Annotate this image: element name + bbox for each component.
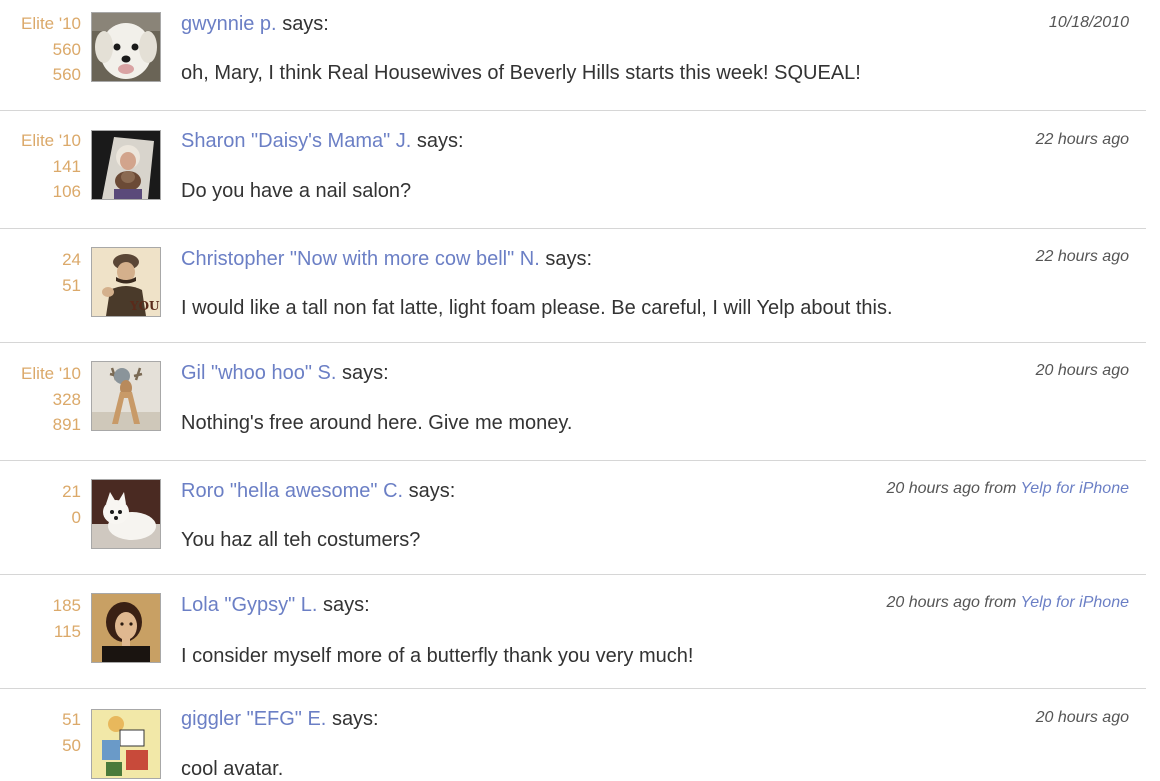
author-line: Roro "hella awesome" C. says: — [181, 479, 455, 503]
reviewer-stats: 24 51 — [0, 247, 81, 298]
comment-text: You haz all teh costumers? — [181, 529, 421, 551]
review-count: 115 — [53, 621, 81, 641]
author-link[interactable]: Lola "Gypsy" L. — [181, 594, 317, 616]
comment-item: 51 50 giggler "EFG" E. says: 20 hours ag… — [0, 689, 1146, 780]
comment-text: cool avatar. — [181, 758, 284, 780]
cartoon-avatar[interactable] — [91, 709, 161, 779]
says-label: says: — [341, 362, 389, 384]
elite-badge: Elite '10 — [21, 14, 81, 33]
review-count: 106 — [52, 182, 81, 201]
friend-count: 141 — [52, 156, 81, 176]
woman-portrait-avatar[interactable] — [91, 593, 161, 663]
author-line: giggler "EFG" E. says: — [181, 707, 379, 731]
review-count: 50 — [62, 735, 81, 755]
says-label: says: — [282, 13, 329, 35]
comment-text: oh, Mary, I think Real Housewives of Bev… — [181, 62, 861, 84]
poster-caption: YOU — [129, 299, 160, 313]
comment-text: Do you have a nail salon? — [181, 180, 412, 202]
author-line: Christopher "Now with more cow bell" N. … — [181, 247, 592, 271]
timestamp: 20 hours ago — [1036, 359, 1129, 383]
comment-text: I would like a tall non fat latte, light… — [181, 297, 893, 319]
reviewer-stats: 185 115 — [0, 593, 81, 644]
friend-count: 51 — [62, 710, 81, 729]
friend-count: 24 — [62, 250, 81, 269]
time-text: 22 hours ago — [1035, 131, 1129, 148]
time-text: 20 hours ago — [886, 594, 980, 611]
timestamp: 22 hours ago — [1036, 128, 1129, 152]
says-label: says: — [416, 130, 464, 152]
reviewer-stats: Elite '10 141 106 — [0, 128, 81, 205]
deer-statue-avatar[interactable] — [91, 361, 161, 431]
comment-item: 21 0 Roro "hella awesome" C. says: 20 ho… — [0, 461, 1146, 575]
comment-item: Elite '10 560 560 gwynnie p. says: 10/18… — [0, 0, 1146, 111]
white-dog-avatar[interactable] — [91, 12, 161, 82]
review-count: 0 — [71, 507, 81, 527]
review-count: 51 — [62, 275, 81, 295]
comment-item: 24 51 YOU Christopher "Now with more cow… — [0, 229, 1146, 343]
author-link[interactable]: giggler "EFG" E. — [181, 708, 326, 730]
elite-badge: Elite '10 — [21, 131, 81, 150]
reviewer-stats: 51 50 — [0, 707, 81, 758]
says-label: says: — [331, 708, 379, 730]
says-label: says: — [408, 480, 456, 502]
friend-count: 328 — [52, 389, 81, 409]
timestamp: 20 hours ago from Yelp for iPhone — [886, 477, 1129, 501]
reviewer-stats: Elite '10 328 891 — [0, 361, 81, 438]
review-count: 560 — [52, 65, 81, 84]
author-link[interactable]: gwynnie p. — [181, 13, 277, 35]
elite-badge: Elite '10 — [21, 364, 81, 383]
comment-item: Elite '10 328 891 Gil "whoo hoo" S. says… — [0, 343, 1146, 461]
comment-item: Elite '10 141 106 Sharon "Daisy's Mama" … — [0, 111, 1146, 229]
author-link[interactable]: Roro "hella awesome" C. — [181, 480, 403, 502]
reviewer-stats: Elite '10 560 560 — [0, 11, 81, 88]
time-text: 20 hours ago — [1035, 709, 1129, 726]
author-line: gwynnie p. says: — [181, 12, 329, 36]
timestamp: 20 hours ago from Yelp for iPhone — [886, 591, 1129, 615]
review-count: 891 — [52, 415, 81, 434]
author-line: Gil "whoo hoo" S. says: — [181, 361, 389, 385]
friend-count: 185 — [52, 596, 81, 615]
reviewer-stats: 21 0 — [0, 479, 81, 530]
comment-item: 185 115 Lola "Gypsy" L. says: 20 hours a… — [0, 575, 1146, 689]
timestamp: 22 hours ago — [1036, 245, 1129, 269]
comment-text: I consider myself more of a butterfly th… — [181, 645, 694, 667]
time-text: 20 hours ago — [1035, 362, 1129, 379]
yelp-for-iphone-link[interactable]: Yelp for iPhone — [1020, 594, 1129, 611]
woman-with-dog-avatar[interactable] — [91, 130, 161, 200]
author-line: Lola "Gypsy" L. says: — [181, 593, 370, 617]
white-dog-lying-avatar[interactable] — [91, 479, 161, 549]
friend-count: 560 — [52, 39, 81, 59]
author-line: Sharon "Daisy's Mama" J. says: — [181, 129, 464, 153]
timestamp: 20 hours ago — [1036, 706, 1129, 730]
time-text: 20 hours ago — [886, 480, 980, 497]
time-text: 10/18/2010 — [1048, 14, 1129, 31]
author-link[interactable]: Christopher "Now with more cow bell" N. — [181, 248, 540, 270]
comment-text: Nothing's free around here. Give me mone… — [181, 412, 573, 434]
author-link[interactable]: Gil "whoo hoo" S. — [181, 362, 336, 384]
says-label: says: — [545, 248, 593, 270]
timestamp: 10/18/2010 — [1049, 11, 1129, 35]
friend-count: 21 — [62, 482, 81, 501]
time-text: 22 hours ago — [1035, 248, 1129, 265]
yelp-for-iphone-link[interactable]: Yelp for iPhone — [1020, 480, 1129, 497]
source-prefix: from — [979, 480, 1021, 497]
you-poster-avatar[interactable]: YOU — [91, 247, 161, 317]
says-label: says: — [323, 594, 370, 616]
source-prefix: from — [979, 594, 1021, 611]
author-link[interactable]: Sharon "Daisy's Mama" J. — [181, 130, 411, 152]
